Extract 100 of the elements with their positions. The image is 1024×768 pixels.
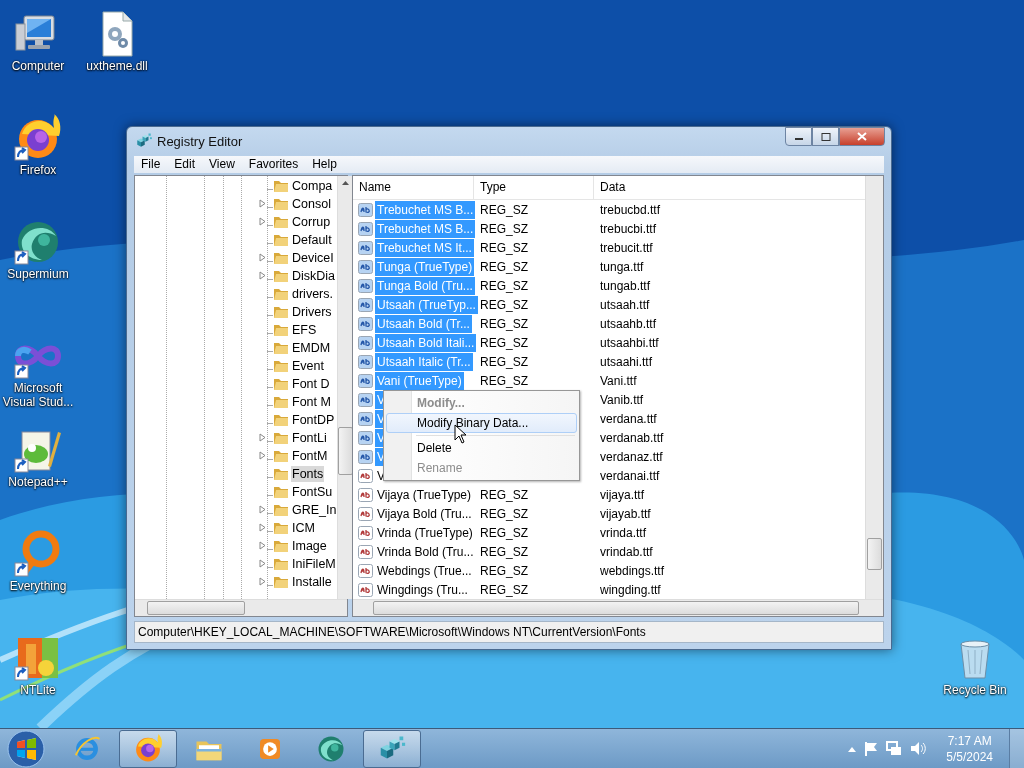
vertical-scrollbar[interactable] bbox=[337, 176, 354, 600]
tree-item[interactable]: Compa bbox=[291, 178, 334, 195]
column-header[interactable]: Data bbox=[594, 176, 865, 200]
string-value-icon bbox=[358, 486, 374, 503]
tree-item[interactable]: Corrup bbox=[291, 214, 332, 231]
value-name[interactable]: Vijaya Bold (Tru... bbox=[375, 504, 474, 523]
tree-item[interactable]: EFS bbox=[291, 322, 318, 339]
folder-icon bbox=[273, 286, 289, 303]
value-name[interactable]: Vrinda Bold (Tru... bbox=[375, 542, 476, 561]
expand-arrow-icon[interactable] bbox=[259, 433, 266, 443]
tree-item[interactable]: Image bbox=[291, 538, 328, 555]
tree-item[interactable]: EMDM bbox=[291, 340, 332, 357]
value-data: verdanaz.ttf bbox=[600, 449, 663, 464]
taskbar-button[interactable] bbox=[119, 729, 177, 768]
close-button[interactable] bbox=[839, 127, 885, 146]
value-data: webdings.ttf bbox=[600, 563, 665, 578]
column-header[interactable]: Type bbox=[474, 176, 594, 200]
expand-arrow-icon[interactable] bbox=[259, 505, 266, 515]
value-name[interactable]: Vrinda (TrueType) bbox=[375, 523, 475, 542]
icon-label[interactable]: Firefox bbox=[0, 163, 78, 177]
tree-item[interactable]: IniFileM bbox=[291, 556, 337, 573]
fox-globe-icon bbox=[133, 733, 163, 764]
volume-icon[interactable] bbox=[910, 741, 927, 756]
string-value-icon bbox=[358, 277, 374, 294]
folder-icon bbox=[273, 304, 289, 321]
tree-item[interactable]: FontM bbox=[291, 448, 329, 465]
scrollbar-thumb[interactable] bbox=[147, 601, 245, 616]
scroll-up-arrow-icon[interactable] bbox=[342, 180, 350, 186]
folder-icon bbox=[273, 322, 289, 339]
expand-arrow-icon[interactable] bbox=[259, 577, 266, 587]
tree-item[interactable]: Consol bbox=[291, 196, 332, 213]
tree-item[interactable]: Fonts bbox=[291, 466, 325, 483]
taskbar-button[interactable] bbox=[363, 729, 421, 768]
tree-item[interactable]: FontLi bbox=[291, 430, 328, 447]
tree-item[interactable]: FontDP bbox=[291, 412, 336, 429]
tree-item[interactable]: Font M bbox=[291, 394, 332, 411]
tree-item[interactable]: DiskDia bbox=[291, 268, 337, 285]
expand-arrow-icon[interactable] bbox=[259, 559, 266, 569]
tree-item[interactable]: Default bbox=[291, 232, 333, 249]
string-value-icon bbox=[358, 220, 374, 237]
horizontal-scrollbar[interactable] bbox=[135, 599, 347, 617]
string-value-icon bbox=[358, 410, 374, 427]
tree-item[interactable]: ICM bbox=[291, 520, 316, 537]
value-name[interactable]: Webdings (True... bbox=[375, 561, 474, 580]
value-type: REG_SZ bbox=[480, 544, 528, 559]
value-data: vijaya.ttf bbox=[600, 487, 644, 502]
network-icon[interactable] bbox=[886, 741, 903, 756]
column-header[interactable]: Name bbox=[353, 176, 474, 200]
expand-arrow-icon[interactable] bbox=[259, 451, 266, 461]
tree-item[interactable]: drivers. bbox=[291, 286, 334, 303]
horizontal-scrollbar[interactable] bbox=[353, 599, 883, 617]
tree-item[interactable]: GRE_In bbox=[291, 502, 338, 519]
menu-item[interactable]: File bbox=[134, 157, 168, 172]
value-type: REG_SZ bbox=[480, 221, 528, 236]
icon-label[interactable]: Supermium bbox=[0, 267, 78, 281]
folder-icon bbox=[273, 448, 289, 465]
icon-label[interactable]: Microsoft Visual Stud... bbox=[0, 381, 78, 409]
show-hidden-icons-icon[interactable] bbox=[848, 745, 857, 752]
expand-arrow-icon[interactable] bbox=[259, 199, 266, 209]
maximize-button[interactable] bbox=[812, 127, 839, 146]
menu-item[interactable]: Favorites bbox=[241, 157, 306, 172]
show-desktop-button[interactable] bbox=[1009, 729, 1024, 768]
menu-item[interactable]: Edit bbox=[167, 157, 203, 172]
menu-item[interactable]: Modify Binary Data... bbox=[386, 413, 577, 434]
tree-item[interactable]: FontSu bbox=[291, 484, 334, 501]
folder-icon bbox=[273, 268, 289, 285]
value-data: trebucbd.ttf bbox=[600, 202, 661, 217]
menu-item[interactable]: Delete bbox=[386, 438, 577, 459]
tree-item[interactable]: Installe bbox=[291, 574, 333, 591]
value-name[interactable]: Wingdings (Tru... bbox=[375, 580, 470, 599]
expand-arrow-icon[interactable] bbox=[259, 217, 266, 227]
expand-arrow-icon[interactable] bbox=[259, 253, 266, 263]
menu-item[interactable]: View bbox=[202, 157, 242, 172]
value-type: REG_SZ bbox=[480, 240, 528, 255]
tree-item[interactable]: Font D bbox=[291, 376, 331, 393]
scrollbar-thumb[interactable] bbox=[867, 538, 882, 571]
minimize-button[interactable] bbox=[785, 127, 812, 146]
expand-arrow-icon[interactable] bbox=[259, 523, 266, 533]
expand-arrow-icon[interactable] bbox=[259, 271, 266, 281]
tree-item[interactable]: DeviceI bbox=[291, 250, 335, 267]
icon-label[interactable]: Computer bbox=[0, 59, 78, 73]
string-value-icon bbox=[358, 524, 374, 541]
value-data: vijayab.ttf bbox=[600, 506, 651, 521]
tree-item[interactable]: Event bbox=[291, 358, 325, 375]
string-value-icon bbox=[358, 372, 374, 389]
menu-item[interactable]: Help bbox=[305, 157, 344, 172]
scrollbar-thumb[interactable] bbox=[373, 601, 859, 616]
fox-globe-icon[interactable] bbox=[14, 114, 62, 162]
expand-arrow-icon[interactable] bbox=[259, 541, 266, 551]
value-name[interactable]: Vijaya (TrueType) bbox=[375, 485, 474, 504]
value-type: REG_SZ bbox=[480, 563, 528, 578]
vertical-scrollbar[interactable] bbox=[865, 176, 883, 600]
string-value-icon bbox=[358, 505, 374, 522]
tree-item[interactable]: Drivers bbox=[291, 304, 333, 321]
start-button[interactable] bbox=[6, 728, 46, 768]
folder-icon bbox=[273, 430, 289, 447]
icon-label[interactable]: uxtheme.dll bbox=[77, 59, 157, 73]
icon-label[interactable]: Notepad++ bbox=[0, 475, 78, 489]
magnifier-ring-icon[interactable] bbox=[14, 530, 62, 578]
flag-icon[interactable] bbox=[864, 741, 879, 756]
